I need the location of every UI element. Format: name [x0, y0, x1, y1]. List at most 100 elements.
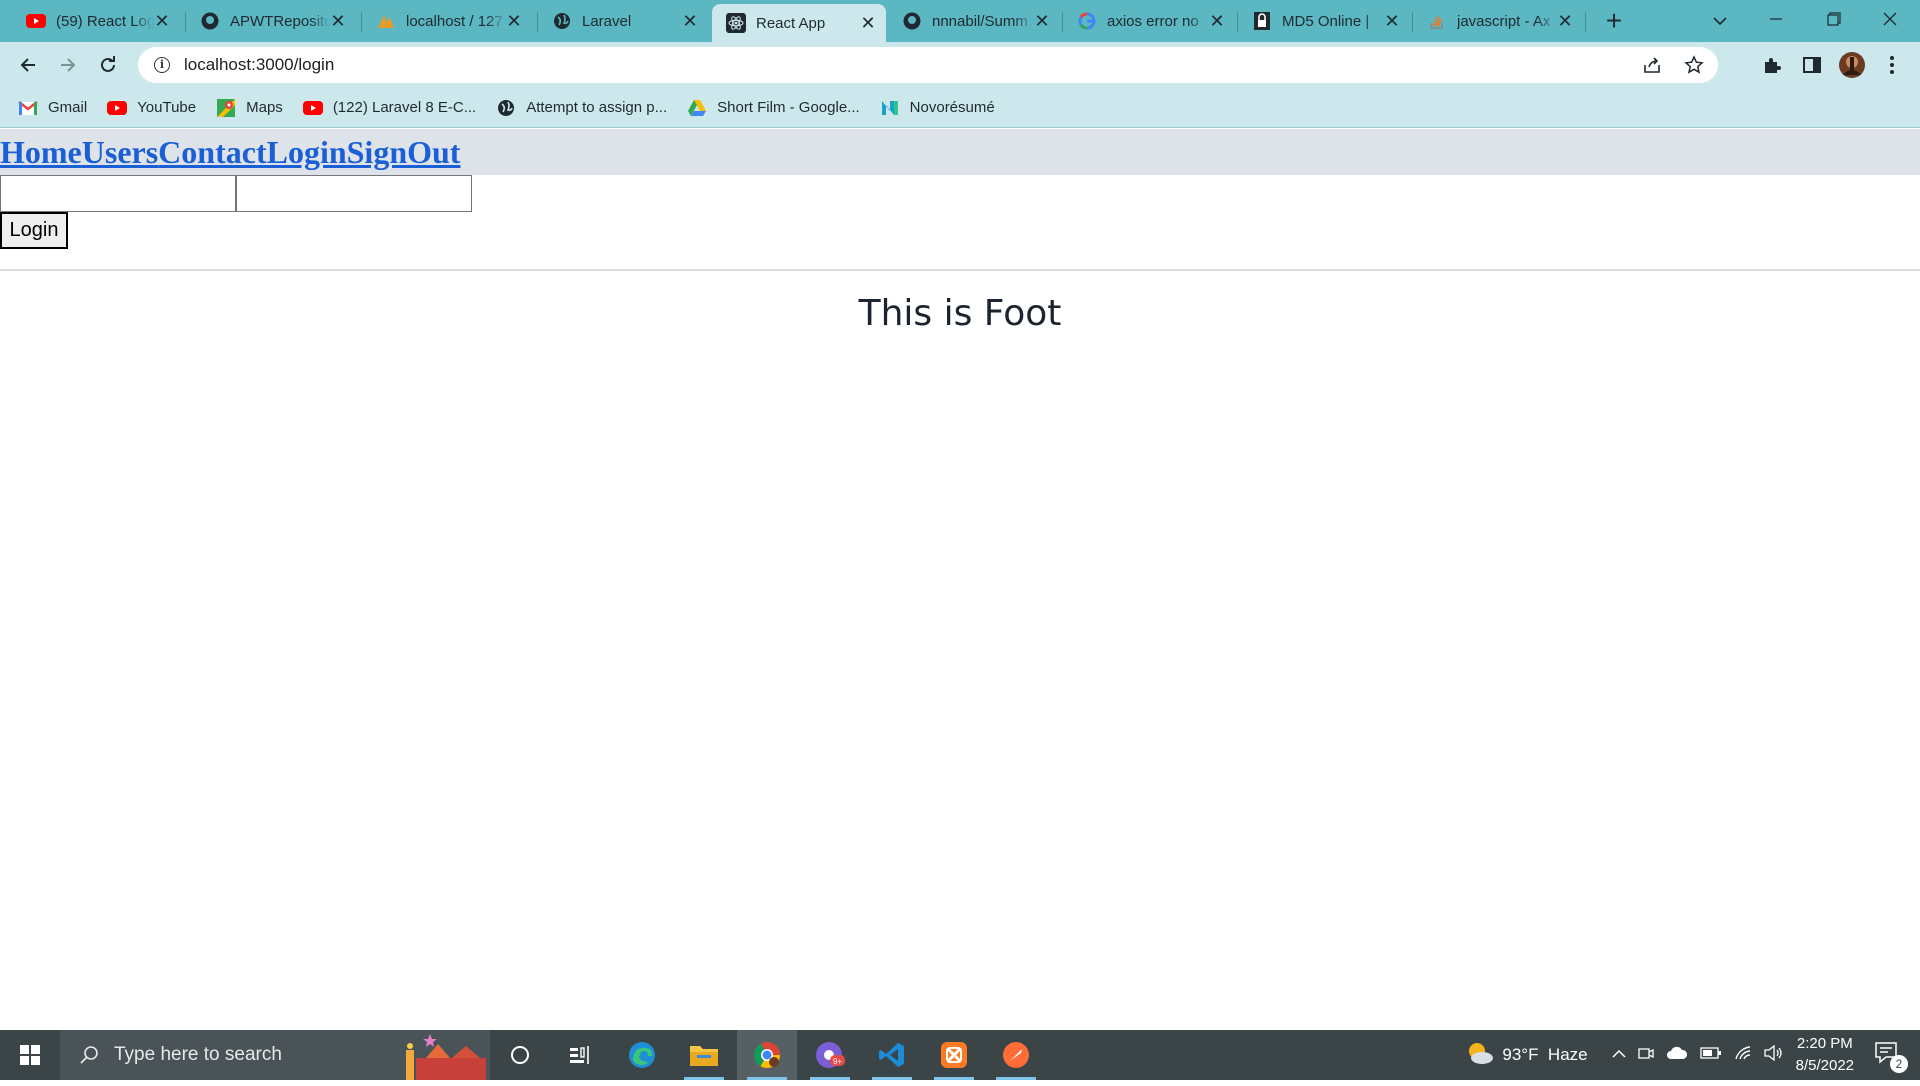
bookmark-maps[interactable]: Maps: [216, 98, 283, 118]
novoresume-icon: [880, 98, 900, 118]
minimize-button[interactable]: [1752, 4, 1800, 36]
close-icon[interactable]: ✕: [860, 13, 876, 34]
profile-avatar[interactable]: [1836, 49, 1868, 81]
clock-date: 8/5/2022: [1795, 1057, 1854, 1074]
drive-icon: [687, 98, 707, 118]
tab-github-apwt[interactable]: APWTReposito ✕: [186, 4, 356, 38]
username-input[interactable]: [0, 175, 236, 212]
meet-now-icon[interactable]: [1637, 1045, 1654, 1066]
bookmark-label: Maps: [246, 99, 283, 116]
github-icon: [902, 11, 922, 31]
taskbar-chrome[interactable]: [737, 1030, 797, 1080]
nav-link-login[interactable]: Login: [267, 129, 347, 175]
close-icon[interactable]: ✕: [682, 11, 698, 32]
chrome-menu-icon[interactable]: [1876, 49, 1908, 81]
bookmark-label: Attempt to assign p...: [526, 99, 668, 116]
browser-toolbar: i localhost:3000/login: [0, 42, 1920, 88]
bookmark-laravel-video[interactable]: (122) Laravel 8 E-C...: [302, 98, 476, 118]
youtube-icon: [26, 11, 46, 31]
close-icon[interactable]: ✕: [330, 11, 346, 32]
tab-phpmyadmin[interactable]: localhost / 127 ✕: [362, 4, 532, 38]
restore-button[interactable]: [1810, 4, 1858, 36]
taskbar-search-box[interactable]: Type here to search: [60, 1030, 490, 1080]
bookmark-gmail[interactable]: Gmail: [18, 98, 87, 118]
close-icon[interactable]: ✕: [1209, 11, 1225, 32]
bookmark-youtube[interactable]: YouTube: [107, 98, 196, 118]
speaker-volume-icon[interactable]: [1763, 1044, 1784, 1066]
taskbar-vscode[interactable]: [862, 1030, 922, 1080]
xampp-icon: [941, 1042, 967, 1068]
page-viewport: Home Users Contact Login SignOut Login This …: [0, 129, 1920, 1030]
wifi-icon[interactable]: [1734, 1045, 1754, 1066]
footer-text: This is Foot: [858, 293, 1062, 334]
tab-youtube-react[interactable]: (59) React Log ✕: [12, 4, 180, 38]
close-icon[interactable]: ✕: [154, 11, 170, 32]
tab-search-chevron-icon[interactable]: [1696, 4, 1744, 36]
nav-link-home[interactable]: Home: [0, 129, 82, 175]
new-tab-button[interactable]: +: [1598, 6, 1630, 38]
close-icon[interactable]: ✕: [1557, 11, 1573, 32]
arrow-left-icon: [20, 58, 35, 72]
close-icon[interactable]: ✕: [1034, 11, 1050, 32]
share-icon[interactable]: [1642, 55, 1662, 80]
taskbar-edge[interactable]: [612, 1030, 672, 1080]
cortana-button[interactable]: [490, 1030, 550, 1080]
start-button[interactable]: [0, 1030, 60, 1080]
github-icon: [200, 11, 220, 31]
extensions-puzzle-icon[interactable]: [1756, 49, 1788, 81]
tab-github-nnnabil[interactable]: nnnabil/Summ ✕: [888, 4, 1060, 38]
tab-title: APWTReposito: [230, 12, 330, 30]
weather-icon[interactable]: [1466, 1041, 1494, 1070]
tab-react-app[interactable]: React App ✕: [712, 4, 886, 42]
taskbar-file-explorer[interactable]: [674, 1030, 734, 1080]
bookmark-short-film[interactable]: Short Film - Google...: [687, 98, 860, 118]
action-center-button[interactable]: 2: [1874, 1041, 1908, 1073]
password-input[interactable]: [236, 175, 472, 212]
close-window-button[interactable]: [1866, 4, 1914, 36]
battery-icon[interactable]: [1699, 1046, 1722, 1064]
youtube-icon: [302, 98, 323, 118]
bookmark-label: YouTube: [137, 99, 197, 116]
taskbar-clock[interactable]: 2:20 PM 8/5/2022: [1796, 1033, 1854, 1077]
windows-taskbar: Type here to search 9+ 93°F Haze 2:20 PM…: [0, 1030, 1920, 1080]
onedrive-cloud-icon[interactable]: [1666, 1046, 1688, 1065]
weather-text[interactable]: 93°F Haze: [1502, 1045, 1587, 1065]
stackoverflow-icon: [1427, 11, 1447, 31]
postman-icon: [1003, 1042, 1029, 1068]
folder-icon: [690, 1046, 718, 1066]
back-button[interactable]: [12, 49, 44, 81]
site-info-icon[interactable]: i: [154, 57, 170, 73]
tab-title: React App: [756, 14, 826, 32]
arrow-right-icon: [61, 58, 76, 72]
task-view-button[interactable]: [550, 1030, 610, 1080]
bookmark-star-icon[interactable]: [1684, 55, 1704, 80]
youtube-icon: [107, 98, 128, 118]
tab-laravel[interactable]: Laravel ✕: [538, 4, 708, 38]
taskbar-xampp[interactable]: [924, 1030, 984, 1080]
close-icon[interactable]: ✕: [506, 11, 522, 32]
taskbar-postman[interactable]: [986, 1030, 1046, 1080]
tab-stackoverflow[interactable]: javascript - Ax ✕: [1413, 4, 1583, 38]
bookmark-novoresume[interactable]: Novorésumé: [880, 98, 995, 118]
taskbar-chrome-profile-2[interactable]: 9+: [800, 1030, 860, 1080]
react-icon: [726, 13, 746, 33]
login-button[interactable]: Login: [0, 212, 68, 249]
nav-link-contact[interactable]: Contact: [158, 129, 266, 175]
tab-google-axios[interactable]: axios error no ✕: [1063, 4, 1235, 38]
bookmark-attempt-assign[interactable]: Attempt to assign p...: [496, 98, 667, 118]
nav-link-signout[interactable]: SignOut: [347, 129, 461, 175]
phpmyadmin-icon: [376, 11, 396, 31]
url-text[interactable]: localhost:3000/login: [184, 55, 334, 75]
address-bar[interactable]: i localhost:3000/login: [138, 47, 1718, 83]
vscode-icon: [879, 1043, 904, 1067]
reload-button[interactable]: [92, 49, 124, 81]
windows-logo-icon: [20, 1045, 40, 1065]
nav-link-users[interactable]: Users: [82, 129, 158, 175]
forward-button[interactable]: [52, 49, 84, 81]
side-panel-icon[interactable]: [1796, 49, 1828, 81]
tab-md5-online[interactable]: MD5 Online | ✕: [1238, 4, 1410, 38]
footer-divider: [0, 269, 1920, 271]
show-hidden-icons-chevron-icon[interactable]: [1612, 1046, 1626, 1064]
system-tray: 93°F Haze 2:20 PM 8/5/2022 2: [1466, 1030, 1920, 1080]
close-icon[interactable]: ✕: [1384, 11, 1400, 32]
